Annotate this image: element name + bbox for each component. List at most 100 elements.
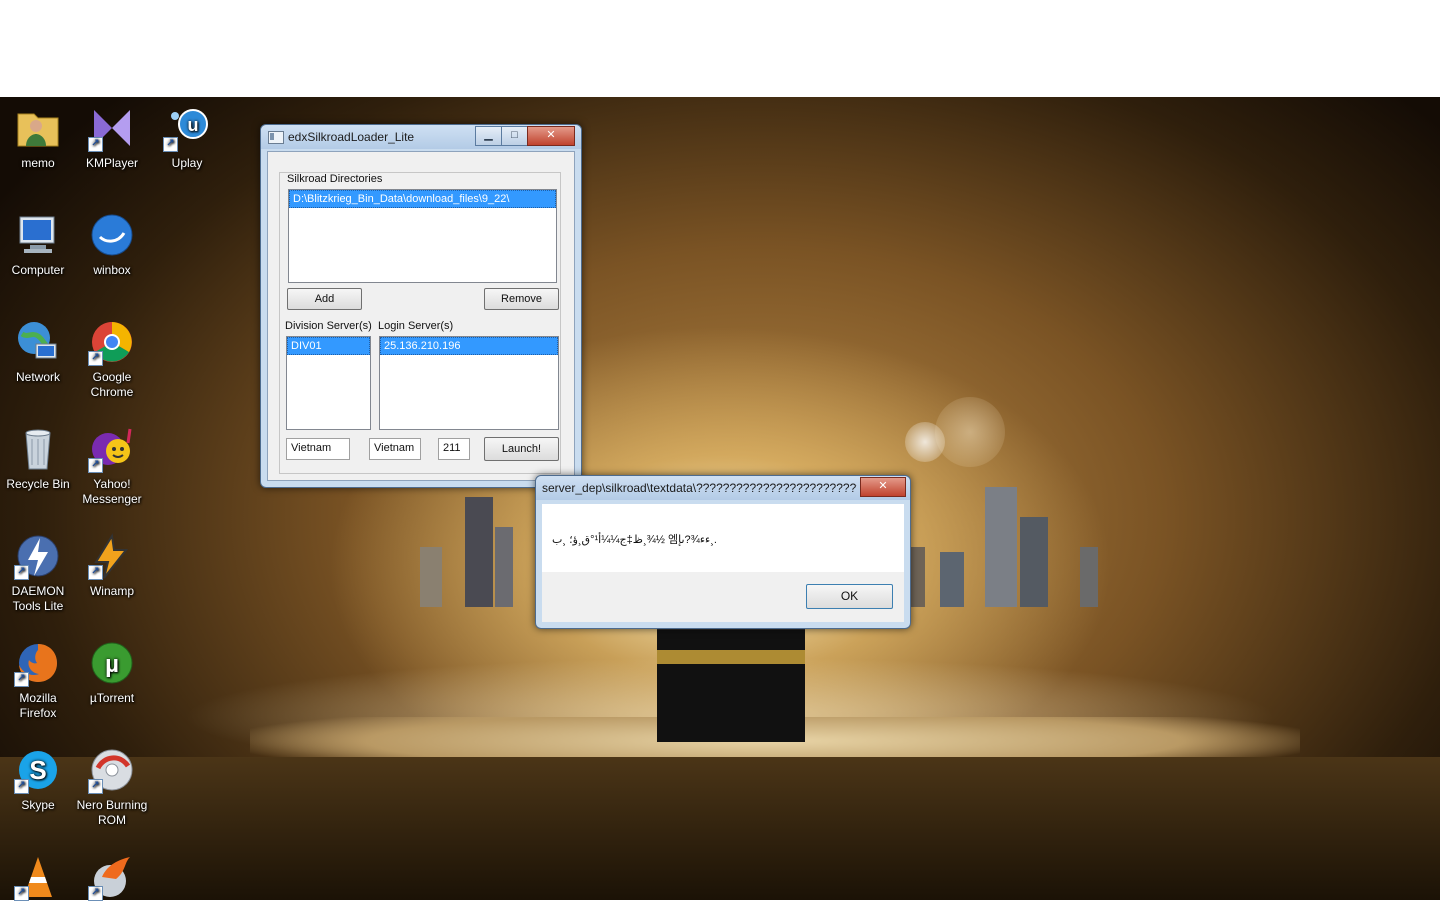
locale-field-2[interactable]: Vietnam <box>369 438 421 460</box>
desktop-icon-daemon-tools[interactable]: ↗ DAEMON Tools Lite <box>0 532 76 614</box>
desktop-icon-label: Google Chrome <box>90 370 134 399</box>
message-box[interactable]: server_dep\silkroad\textdata\???????????… <box>535 475 911 629</box>
division-item-selected[interactable]: DIV01 <box>287 337 370 355</box>
lens-flare <box>935 397 1005 467</box>
close-button[interactable]: ✕ <box>527 126 575 146</box>
shortcut-arrow-icon: ↗ <box>163 137 178 152</box>
directories-listbox[interactable]: D:\Blitzkrieg_Bin_Data\download_files\9_… <box>288 189 557 283</box>
kaaba <box>657 627 805 742</box>
desktop-icon-recycle-bin[interactable]: Recycle Bin <box>0 425 76 492</box>
svg-text:µ: µ <box>105 651 119 678</box>
shortcut-arrow-icon: ↗ <box>88 886 103 901</box>
app-window-icon <box>268 131 284 144</box>
desktop-icon-chrome[interactable]: ↗ Google Chrome <box>74 318 150 400</box>
uplay-icon: u ↗ <box>163 104 211 152</box>
svg-text:S: S <box>29 755 46 785</box>
desktop-icon-kmplayer[interactable]: ↗ KMPlayer <box>74 104 150 171</box>
firefox-icon: ↗ <box>14 639 62 687</box>
minimize-button[interactable]: ▁ <box>475 126 502 146</box>
message-box-title: server_dep\silkroad\textdata\???????????… <box>542 481 857 495</box>
shortcut-arrow-icon: ↗ <box>88 137 103 152</box>
desktop-icon-label: Computer <box>11 263 65 277</box>
add-button[interactable]: Add <box>287 288 362 310</box>
launch-button[interactable]: Launch! <box>484 437 559 461</box>
division-servers-listbox[interactable]: DIV01 <box>286 336 371 430</box>
minimize-icon: ▁ <box>484 129 493 141</box>
shortcut-arrow-icon: ↗ <box>88 351 103 366</box>
desktop-icon-label: µTorrent <box>89 691 135 705</box>
message-body: ظ‡ج¼¼أ¹°ق¸ؤ؛ ¸ب¸¾½ 엠ءء¾?ىإ¸. <box>542 504 904 572</box>
folder-icon <box>14 104 62 152</box>
message-text: ظ‡ج¼¼أ¹°ق¸ؤ؛ ¸ب¸¾½ 엠ءء¾?ىإ¸. <box>552 534 717 546</box>
division-servers-label: Division Server(s) <box>285 320 372 332</box>
maximize-icon: □ <box>511 129 518 141</box>
desktop-icon-network[interactable]: Network <box>0 318 76 385</box>
utorrent-icon: µ <box>88 639 136 687</box>
version-field[interactable]: 211 <box>438 438 470 460</box>
desktop-icon-firefox[interactable]: ↗ Mozilla Firefox <box>0 639 76 721</box>
login-servers-listbox[interactable]: 25.136.210.196 <box>379 336 559 430</box>
directory-item-selected[interactable]: D:\Blitzkrieg_Bin_Data\download_files\9_… <box>289 190 556 208</box>
login-servers-label: Login Server(s) <box>378 320 454 332</box>
desktop-icon-uplay[interactable]: u ↗ Uplay <box>149 104 225 171</box>
winbox-icon <box>88 211 136 259</box>
desktop-icon-label: Network <box>15 370 60 384</box>
shortcut-arrow-icon: ↗ <box>14 672 29 687</box>
loader-title-bar[interactable]: edxSilkroadLoader_Lite ▁ □ ✕ <box>261 125 581 149</box>
computer-icon <box>14 211 62 259</box>
desktop-icon-label: Skype <box>21 798 55 812</box>
desktop-icon-label: Recycle Bin <box>6 477 70 491</box>
shortcut-arrow-icon: ↗ <box>14 779 29 794</box>
desktop-icon-winamp[interactable]: ↗ Winamp <box>74 532 150 599</box>
desktop-icon-label: Mozilla Firefox <box>19 691 57 720</box>
shortcut-arrow-icon: ↗ <box>88 565 103 580</box>
login-item-selected[interactable]: 25.136.210.196 <box>380 337 558 355</box>
svg-text:u: u <box>188 115 199 135</box>
maximize-button[interactable]: □ <box>501 126 528 146</box>
network-icon <box>14 318 62 366</box>
close-icon: ✕ <box>546 129 556 141</box>
vlc-cone-icon: ↗ <box>14 853 62 901</box>
desktop-icon-vlc[interactable]: ↗ <box>0 853 76 905</box>
chrome-icon: ↗ <box>88 318 136 366</box>
loader-client-area: Silkroad Directories D:\Blitzkrieg_Bin_D… <box>267 151 575 481</box>
loader-window[interactable]: edxSilkroadLoader_Lite ▁ □ ✕ Silkroad Di… <box>260 124 582 488</box>
remove-button[interactable]: Remove <box>484 288 559 310</box>
desktop-icon-winbox[interactable]: winbox <box>74 211 150 278</box>
desktop-icon-label: Yahoo! Messenger <box>82 477 142 506</box>
recycle-bin-icon <box>14 425 62 473</box>
nero-icon: ↗ <box>88 746 136 794</box>
desktop-icon-skype[interactable]: S ↗ Skype <box>0 746 76 813</box>
winamp-icon: ↗ <box>88 532 136 580</box>
desktop-icon-label: DAEMON Tools Lite <box>11 584 65 613</box>
shortcut-arrow-icon: ↗ <box>88 458 103 473</box>
locale-field-1[interactable]: Vietnam <box>286 438 350 460</box>
desktop-icon-label: KMPlayer <box>85 156 138 170</box>
close-icon: ✕ <box>878 480 888 492</box>
desktop-icon-burner[interactable]: ↗ <box>74 853 150 905</box>
desktop-icon-label: Nero Burning ROM <box>76 798 148 827</box>
desktop-icon-label: Uplay <box>171 156 203 170</box>
water-reflection <box>0 757 1440 900</box>
loader-window-title: edxSilkroadLoader_Lite <box>288 130 415 144</box>
shortcut-arrow-icon: ↗ <box>88 779 103 794</box>
message-footer: OK <box>542 572 904 622</box>
desktop-icon-label: Winamp <box>89 584 134 598</box>
desktop-icon-nero[interactable]: ↗ Nero Burning ROM <box>74 746 150 828</box>
flame-disc-icon: ↗ <box>88 853 136 901</box>
shortcut-arrow-icon: ↗ <box>14 886 29 901</box>
desktop-icon-computer[interactable]: Computer <box>0 211 76 278</box>
ok-button[interactable]: OK <box>806 584 893 609</box>
daemon-tools-icon: ↗ <box>14 532 62 580</box>
desktop-icon-utorrent[interactable]: µ µTorrent <box>74 639 150 706</box>
skype-icon: S ↗ <box>14 746 62 794</box>
yahoo-messenger-icon: ↗ <box>88 425 136 473</box>
desktop-icon-memo[interactable]: memo <box>0 104 76 171</box>
desktop-icon-label: memo <box>21 156 55 170</box>
kmplayer-icon: ↗ <box>88 104 136 152</box>
shortcut-arrow-icon: ↗ <box>14 565 29 580</box>
message-title-bar[interactable]: server_dep\silkroad\textdata\???????????… <box>536 476 910 500</box>
desktop-icon-yahoo-messenger[interactable]: ↗ Yahoo! Messenger <box>74 425 150 507</box>
silkroad-directories-label: Silkroad Directories <box>287 173 383 185</box>
close-button[interactable]: ✕ <box>860 477 906 497</box>
